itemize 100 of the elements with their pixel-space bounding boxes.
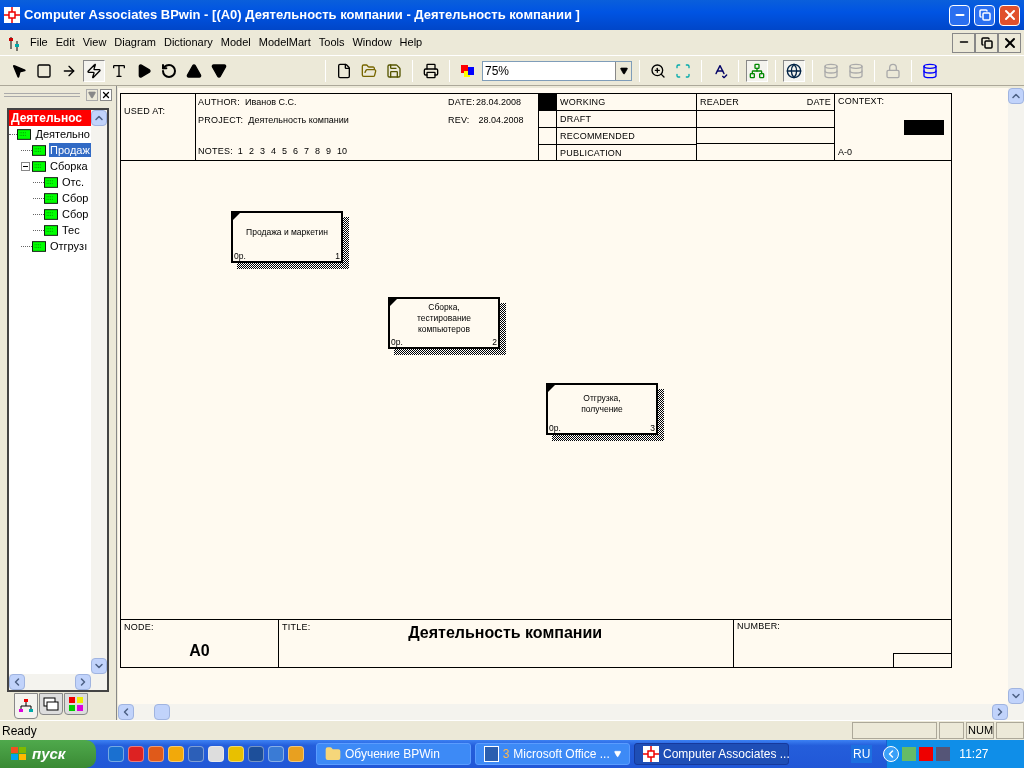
form-label: NUMBER:: [736, 620, 782, 633]
quick-launch-icon[interactable]: [288, 746, 304, 762]
toolbar-button[interactable]: [783, 59, 805, 82]
status-indicator: NUM: [966, 722, 994, 739]
panel-tab[interactable]: [39, 693, 63, 715]
squiggle-icon: [86, 62, 102, 79]
menu-item[interactable]: Window: [348, 34, 396, 51]
tree-item[interactable]: Продаж: [49, 143, 91, 157]
tree-item[interactable]: Деятельно: [34, 127, 91, 141]
activity-cost: 0р.: [391, 337, 403, 347]
tree-item[interactable]: Сбор: [61, 191, 90, 205]
scroll-button[interactable]: [91, 658, 107, 674]
form-label: USED AT:: [124, 106, 166, 116]
zoom-dropdown[interactable]: 75%: [482, 60, 632, 81]
clock: 11:27: [959, 746, 989, 763]
tree-item[interactable]: Сборка: [49, 159, 89, 173]
form-label: DATE:: [448, 96, 475, 109]
activity-name: Отгрузка, получение: [581, 393, 623, 415]
new-file-icon: [336, 62, 352, 79]
save-icon: [386, 62, 402, 79]
tree-item[interactable]: Сбор: [61, 207, 90, 221]
menu-item[interactable]: Help: [395, 34, 427, 51]
panel-tab[interactable]: [64, 693, 88, 715]
menu-item[interactable]: ModelMart: [254, 34, 315, 51]
activity-box[interactable]: Продажа и маркетин 0р. 1: [231, 211, 343, 263]
text-tool-icon: [111, 62, 127, 79]
form-label: NOTES:: [198, 144, 233, 158]
activity-icon: [44, 224, 58, 236]
activity-icon: [32, 240, 46, 252]
start-button[interactable]: пуск: [0, 740, 96, 768]
activity-name: Продажа и маркетин: [246, 226, 328, 238]
restore-button[interactable]: [975, 32, 998, 53]
window-title: Computer Associates BPwin - [(A0) Деятельность компании - Деятельность компании ]: [24, 6, 581, 25]
corner-mark-icon: [233, 213, 240, 220]
activity-cost: 0р.: [549, 423, 561, 433]
language-indicator[interactable]: RU: [851, 745, 873, 763]
scroll-button[interactable]: [992, 704, 1008, 720]
status-panel: [939, 722, 964, 739]
close-button[interactable]: [100, 89, 112, 101]
database-icon: [848, 62, 864, 79]
scroll-button[interactable]: [1008, 688, 1024, 704]
restore-icon: [980, 36, 993, 49]
caret-icon: [88, 91, 96, 99]
database-icon: [823, 62, 839, 79]
collapse-toggle[interactable]: [21, 161, 30, 171]
tree-item[interactable]: Отс.: [61, 175, 86, 189]
note-number: 4: [270, 144, 276, 158]
panel-tab[interactable]: [14, 693, 38, 719]
scroll-button[interactable]: [1008, 88, 1024, 104]
zoom-in-icon: [650, 62, 666, 79]
taskbar-button[interactable]: Computer Associates ...: [634, 743, 789, 765]
close-button[interactable]: [998, 32, 1021, 53]
quick-launch-icon[interactable]: [228, 746, 244, 762]
menu-item[interactable]: Diagram: [110, 34, 160, 51]
rotate-icon: [161, 62, 177, 79]
activity-box[interactable]: Отгрузка, получение 0р. 3: [546, 383, 658, 435]
activity-number: 3: [650, 423, 655, 433]
globe-icon: [786, 62, 802, 79]
menu-item[interactable]: File: [26, 34, 52, 51]
menu-item[interactable]: Dictionary: [159, 34, 217, 51]
project-value: Деятельность компании: [248, 113, 349, 127]
tree-icon: [749, 62, 765, 79]
triangle-down-icon: [211, 62, 227, 79]
menu-item[interactable]: Tools: [314, 34, 349, 51]
caret-icon: [613, 750, 621, 758]
activity-box[interactable]: Сборка, тестирование компьютеров 0р. 2: [388, 297, 500, 349]
activity-icon: [32, 160, 46, 172]
quick-launch-icon[interactable]: [248, 746, 264, 762]
hierarchy-icon: [18, 698, 34, 714]
tray-expand-button[interactable]: [883, 746, 900, 762]
quick-launch-icon[interactable]: [168, 746, 184, 762]
activity-icon: [44, 176, 58, 188]
menu-item[interactable]: Model: [216, 34, 255, 51]
form-label: REV:: [448, 113, 470, 127]
status-text: Ready: [2, 722, 38, 740]
form-label: NODE:: [124, 621, 155, 634]
menu-item[interactable]: Edit: [51, 34, 79, 51]
quick-launch-icon[interactable]: [188, 746, 204, 762]
restore-icon: [978, 9, 991, 21]
note-number: 7: [303, 144, 309, 158]
context-node-label: A-0: [838, 145, 852, 159]
status-label: RECOMMENDED: [559, 130, 635, 143]
minimize-button[interactable]: [952, 32, 975, 53]
quick-launch-icon[interactable]: [208, 746, 224, 762]
toolbar-button[interactable]: [83, 59, 105, 82]
scroll-button[interactable]: [9, 674, 25, 690]
note-number: 6: [292, 144, 298, 158]
form-label: PROJECT:: [198, 113, 244, 127]
app-logo: [643, 746, 659, 762]
tree-item[interactable]: Отгрузı: [49, 239, 89, 253]
scroll-button[interactable]: [91, 110, 107, 126]
scroll-thumb[interactable]: [154, 704, 170, 720]
spell-check-icon: [712, 62, 728, 79]
note-number: 9: [326, 144, 331, 158]
folder-icon: [325, 746, 341, 762]
tree-item[interactable]: Тес: [61, 223, 81, 237]
scroll-button[interactable]: [118, 704, 134, 720]
menu-item[interactable]: View: [78, 34, 111, 51]
scroll-button[interactable]: [75, 674, 91, 690]
tree-title: Деятельнос: [9, 110, 91, 126]
